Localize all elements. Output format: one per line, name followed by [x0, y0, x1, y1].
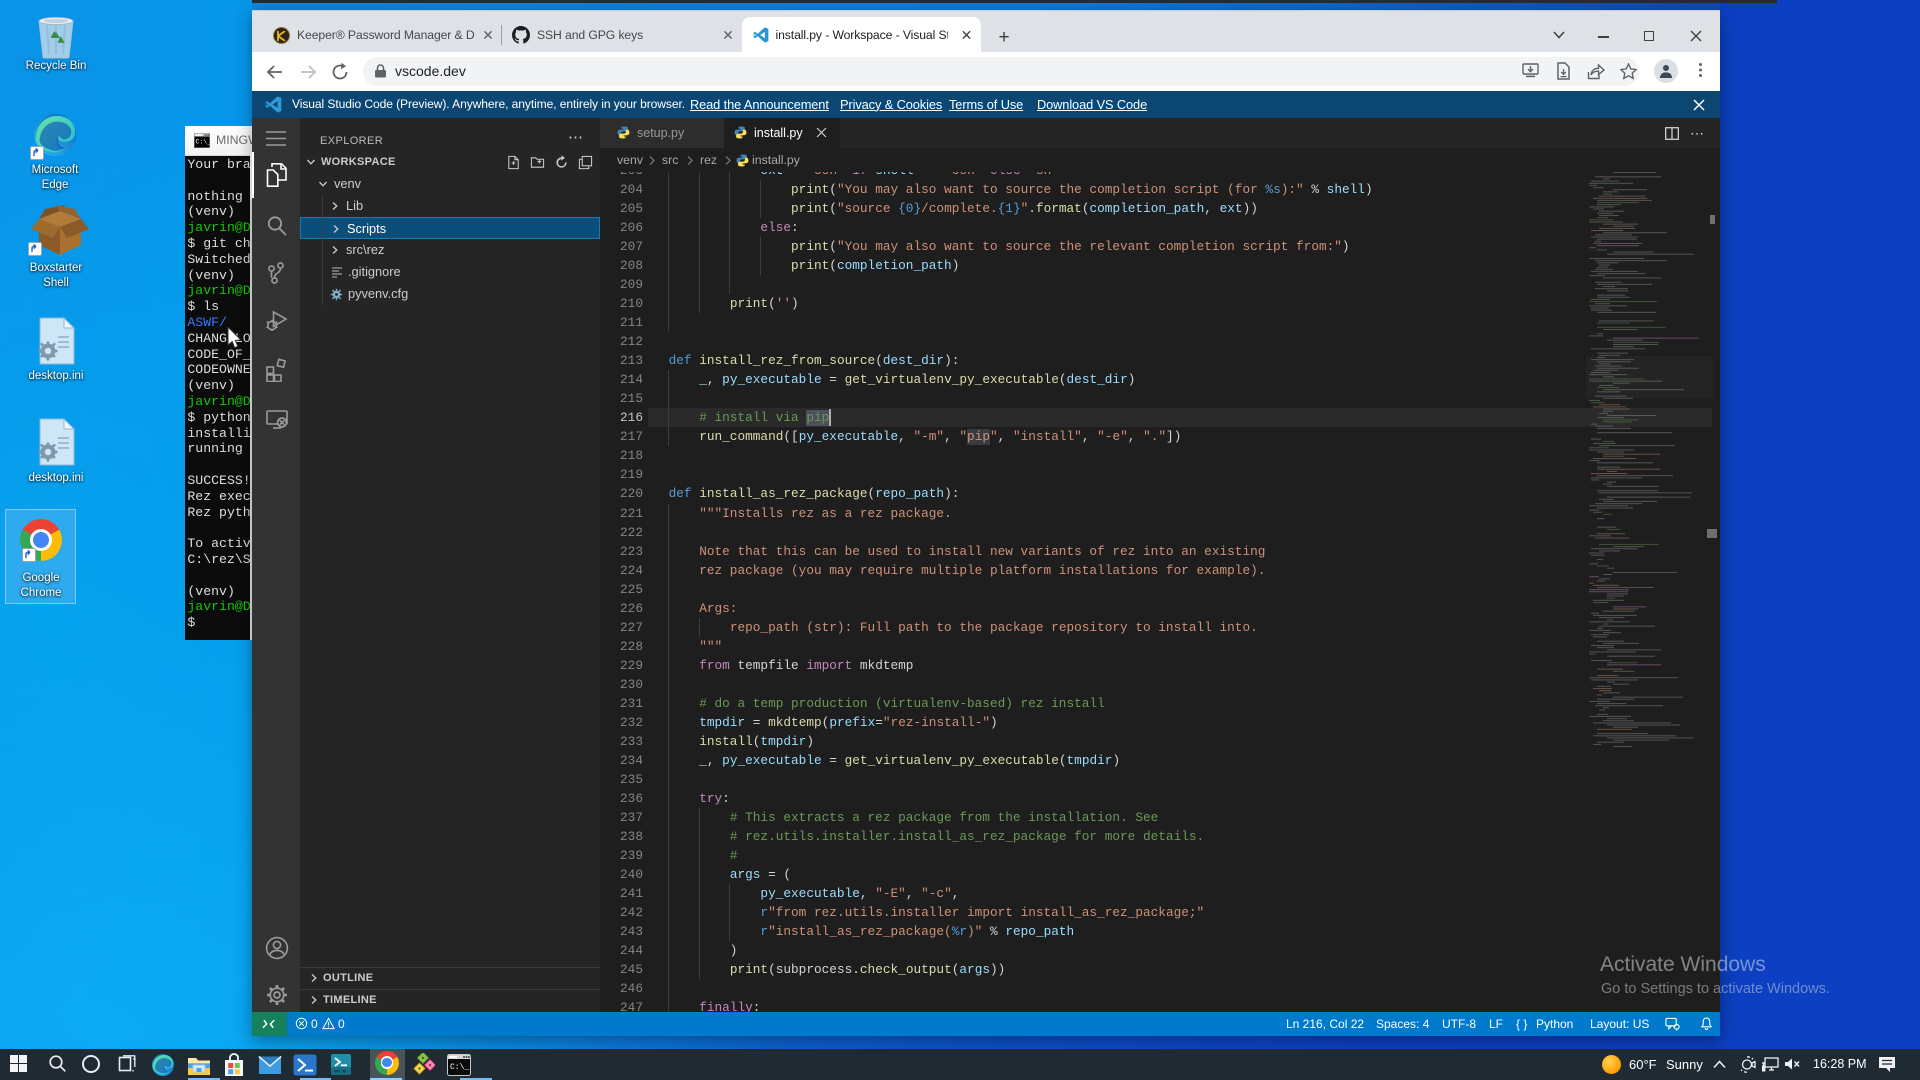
svg-text:C:\_: C:\_ [450, 1063, 469, 1072]
svg-text:C:\_: C:\_ [196, 139, 211, 146]
